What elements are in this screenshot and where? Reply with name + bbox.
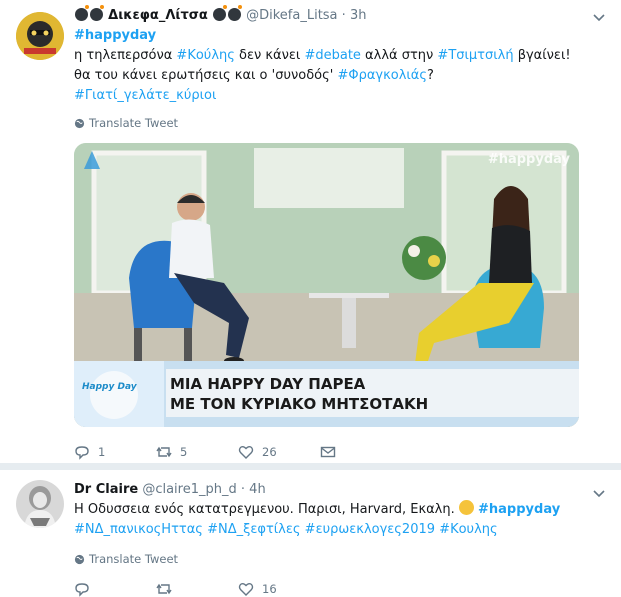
tweet-text-line: η τηλεπερσόνα #Κούλης δεν κάνει #debate … [74, 46, 571, 66]
bomb-icon [75, 5, 89, 21]
like-count: 26 [262, 445, 277, 459]
reply-count: 1 [98, 445, 106, 459]
translate-label: Translate Tweet [89, 116, 179, 130]
tweet-divider [0, 463, 621, 470]
timestamp[interactable]: 4h [249, 482, 266, 497]
tweet-text-segment: Η Οδυσσεια ενός κατατρεγμενου. Παρισι, H… [74, 502, 459, 517]
laughing-emoji-icon [458, 500, 474, 515]
translate-label: Translate Tweet [89, 552, 179, 566]
tweet-header: Δικεφα_Λίτσα @Dikefa_Litsa · 3h [74, 5, 367, 23]
tweet-text-line: #Γιατί_γελάτε_κύριοι [74, 86, 571, 106]
retweet-button[interactable] [156, 581, 238, 597]
tweet-text-line: #ΝΔ_πανικοςΗττας #ΝΔ_ξεφτίλες #ευρωεκλογ… [74, 520, 560, 540]
retweet-icon [156, 583, 172, 595]
heart-icon [238, 583, 254, 596]
banner-line-2: ΜΕ ΤΟΝ ΚΥΡΙΑΚΟ ΜΗΤΣΟΤΑΚΗ [170, 395, 428, 413]
hashtag-link[interactable]: #Κούλης [176, 48, 234, 63]
tweet-text-segment: δεν κάνει [234, 48, 305, 63]
hashtag-link[interactable]: #ΝΔ_πανικοςΗττας [74, 522, 203, 537]
bomb-icon [212, 5, 227, 21]
hashtag-link[interactable]: #ευρωεκλογες2019 [305, 522, 435, 537]
timestamp[interactable]: 3h [350, 8, 367, 23]
hashtag-link[interactable]: #Φραγκολιάς [337, 68, 427, 83]
avatar[interactable] [16, 12, 64, 60]
chevron-down-icon[interactable] [593, 14, 605, 22]
tweet-actions: 16 [74, 581, 320, 597]
reply-button[interactable] [74, 581, 156, 597]
user-handle[interactable]: @Dikefa_Litsa [246, 8, 337, 23]
hashtag-link[interactable]: #happyday [478, 502, 560, 517]
avatar[interactable] [16, 480, 64, 528]
tweet-text-segment: η τηλεπερσόνα [74, 48, 177, 63]
chevron-down-icon[interactable] [593, 490, 605, 498]
tweet-text-line: θα του κάνει ερωτήσεις και ο 'συνοδός' #… [74, 66, 571, 86]
reply-icon [75, 583, 89, 597]
translate-link[interactable]: Translate Tweet [74, 552, 178, 566]
retweet-count: 5 [180, 445, 188, 459]
reply-button[interactable]: 1 [74, 444, 156, 460]
hashtag-link[interactable]: #ΝΔ_ξεφτίλες [207, 522, 300, 537]
hashtag-link[interactable]: #Κουλης [439, 522, 497, 537]
show-logo: Happy Day [82, 382, 138, 392]
tweet-text: #happyday η τηλεπερσόνα #Κούλης δεν κάνει… [74, 26, 571, 106]
tweet-text: Η Οδυσσεια ενός κατατρεγμενου. Παρισι, H… [74, 500, 560, 540]
reply-icon [75, 446, 89, 460]
tweet-text-segment: αλλά στην [360, 48, 438, 63]
separator-dot: · [341, 8, 346, 23]
hashtag-link[interactable]: #Γιατί_γελάτε_κύριοι [74, 88, 216, 103]
like-count: 16 [262, 582, 277, 596]
watermark: #happyday [488, 152, 571, 167]
user-handle[interactable]: @claire1_ph_d [142, 482, 236, 497]
separator-dot: · [240, 482, 246, 497]
tweet-header: Dr Claire @claire1_ph_d · 4h [74, 482, 266, 497]
translate-link[interactable]: Translate Tweet [74, 116, 178, 130]
bomb-icon [90, 5, 104, 21]
direct-message-button[interactable] [320, 444, 402, 460]
retweet-button[interactable]: 5 [156, 444, 238, 460]
heart-icon [238, 446, 254, 459]
tweet-media-image[interactable]: Happy Day ΜΙΑ HAPPY DAY ΠΑΡΕΑ ΜΕ ΤΟΝ ΚΥΡ… [74, 143, 579, 427]
hashtag-link[interactable]: #debate [304, 48, 360, 63]
tweet-text-segment: ? [427, 68, 434, 83]
like-button[interactable]: 26 [238, 444, 320, 460]
hashtag-link[interactable]: #Τσιμτσιλή [437, 48, 513, 63]
display-name[interactable]: Δικεφα_Λίτσα [108, 8, 208, 23]
tweet-text-segment: θα του κάνει ερωτήσεις και ο 'συνοδός' [74, 68, 338, 83]
like-button[interactable]: 16 [238, 581, 320, 597]
envelope-icon [320, 446, 336, 458]
tweet-text-segment: βγαίνει! [513, 48, 571, 63]
globe-icon [74, 554, 85, 564]
globe-icon [74, 118, 85, 128]
tweet-text-line: #happyday [74, 26, 571, 46]
bomb-icon [227, 5, 242, 21]
tweet-text-line: Η Οδυσσεια ενός κατατρεγμενου. Παρισι, H… [74, 500, 560, 520]
banner-line-1: ΜΙΑ HAPPY DAY ΠΑΡΕΑ [170, 375, 366, 393]
retweet-icon [156, 446, 172, 458]
tweet-actions: 1 5 26 [74, 444, 402, 460]
hashtag-link[interactable]: #happyday [74, 28, 156, 43]
display-name[interactable]: Dr Claire [74, 482, 138, 497]
